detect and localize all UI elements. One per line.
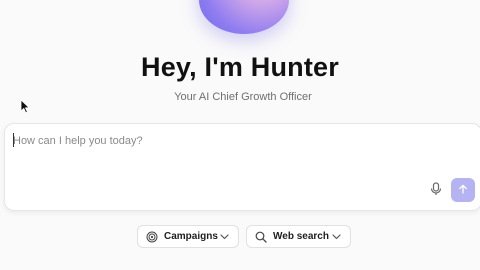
page-subtitle: Your AI Chief Growth Officer [174,91,312,103]
chevron-down-icon [220,233,229,240]
web-search-label: Web search [273,231,329,242]
page-title: Hey, I'm Hunter [141,52,339,82]
chevron-down-icon [332,233,341,240]
send-button[interactable] [451,178,475,202]
web-search-dropdown[interactable]: Web search [246,225,351,248]
mic-button[interactable] [427,181,445,201]
chat-input[interactable] [13,132,413,150]
chat-composer[interactable] [4,123,480,211]
text-caret [13,133,14,147]
microphone-icon [430,181,442,201]
search-icon [255,231,267,243]
target-icon [146,231,158,243]
arrow-up-icon [458,181,468,199]
campaigns-dropdown[interactable]: Campaigns [137,225,239,248]
mouse-pointer-icon [20,99,30,119]
campaigns-label: Campaigns [164,231,218,242]
page: Hey, I'm Hunter Your AI Chief Growth Off… [0,0,480,270]
hunter-orb-avatar [199,0,289,34]
